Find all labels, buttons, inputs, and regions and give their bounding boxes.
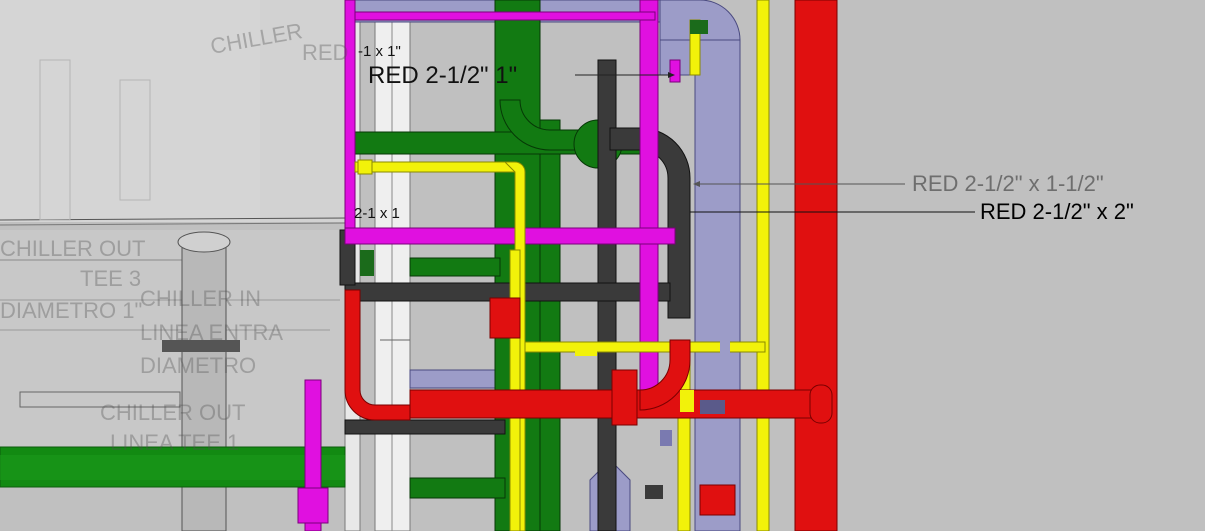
red-flange-2 [489, 297, 521, 339]
platform-fade [0, 455, 345, 480]
valve-handle-icon [680, 390, 694, 412]
annotation-reducer-mid-partial[interactable]: 2-1 x 1 [354, 206, 400, 221]
magenta-stub [669, 59, 681, 83]
green-branch-low [409, 477, 506, 499]
ghost-edge [0, 222, 351, 226]
ghost-label: LINEA ENTRA [140, 320, 284, 345]
magenta-top [354, 11, 656, 21]
gray-stub [344, 419, 506, 435]
model-viewport[interactable]: CHILLER RED CHILLER OUT TEE 3 DIAMETRO 1… [0, 0, 1205, 531]
red-flange [611, 369, 638, 426]
yellow-riser-right [756, 0, 770, 531]
magenta-vertical-left [344, 0, 356, 241]
green-branch [409, 257, 501, 277]
ghost-label: LINEA TEE 1 [110, 430, 240, 455]
stand-top [177, 231, 231, 253]
red-valve-low [699, 484, 736, 516]
yellow-horizontal-top [354, 161, 516, 173]
annotation-reducer-1-1-2[interactable]: RED 2-1/2" x 1-1/2" [912, 173, 1104, 195]
magenta-horizontal [344, 227, 676, 245]
ghost-label: DIAMETRO [140, 353, 257, 378]
magenta-foot [297, 487, 329, 524]
ghost-label: CHILLER OUT [0, 236, 146, 261]
red-end [809, 384, 833, 424]
lavender-riser [694, 39, 741, 531]
ghost-chiller-equipment [0, 0, 351, 460]
annotation-reducer-2[interactable]: RED 2-1/2" x 2" [980, 201, 1134, 223]
ghost-label: TEE 3 [80, 266, 142, 291]
valve-handle-icon [660, 430, 672, 446]
valve-handle-icon [360, 250, 374, 276]
valve-handle-icon [575, 344, 597, 356]
ghost-label: RED [302, 40, 349, 65]
red-riser-main [794, 0, 838, 531]
ghost-label: CHILLER OUT [100, 400, 246, 425]
valve-handle-icon [690, 20, 708, 34]
annotation-reducer-top[interactable]: RED 2-1/2" 1" [368, 64, 517, 88]
yellow-cap [357, 159, 373, 175]
ghost-label: DIAMETRO 1" [0, 298, 143, 323]
annotation-reducer-top-partial[interactable]: -1 x 1" [358, 44, 401, 59]
magenta-vertical-right [639, 0, 659, 401]
valve-handle-icon [645, 485, 663, 499]
green-vertical-right [539, 119, 561, 531]
ghost-label: CHILLER IN [140, 286, 262, 311]
valve-handle-icon [700, 400, 725, 414]
valve-handle-icon [720, 338, 730, 354]
